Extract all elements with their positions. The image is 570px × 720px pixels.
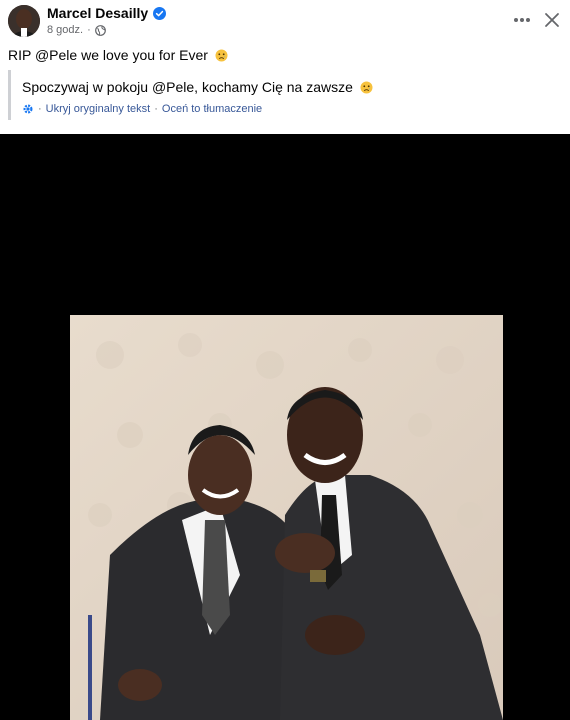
hide-original-text-link[interactable]: Ukryj oryginalny tekst: [46, 103, 151, 115]
close-button[interactable]: [538, 6, 566, 34]
post-meta: 8 godz. ·: [47, 24, 106, 36]
author-name[interactable]: Marcel Desailly: [47, 5, 167, 21]
author-name-text[interactable]: Marcel Desailly: [47, 5, 148, 21]
more-options-button[interactable]: [507, 8, 537, 32]
more-options-icon: [514, 18, 530, 22]
avatar[interactable]: [8, 5, 40, 37]
translation-separator: ·: [38, 103, 42, 115]
post-photo[interactable]: [70, 315, 503, 720]
translation-separator: ·: [154, 103, 158, 115]
sad-face-emoji-icon: [215, 49, 228, 62]
meta-separator: ·: [87, 24, 91, 36]
globe-icon[interactable]: [94, 24, 106, 36]
rate-translation-link[interactable]: Oceń to tłumaczenie: [162, 103, 262, 115]
post-header: Marcel Desailly 8 godz. ·: [0, 0, 570, 42]
translate-gear-icon: [22, 103, 34, 115]
translation-text-content: Spoczywaj w pokoju @Pele, kochamy Cię na…: [22, 79, 353, 95]
post-text: RIP @Pele we love you for Ever: [8, 47, 228, 63]
sad-face-emoji-icon: [360, 81, 373, 94]
close-icon: [545, 13, 559, 27]
translation-block: Spoczywaj w pokoju @Pele, kochamy Cię na…: [8, 70, 551, 120]
verified-badge-icon: [153, 6, 167, 20]
post-media[interactable]: [0, 134, 570, 720]
post-text-content: RIP @Pele we love you for Ever: [8, 47, 208, 63]
translation-actions: · Ukryj oryginalny tekst · Oceń to tłuma…: [22, 103, 262, 115]
post-timestamp[interactable]: 8 godz.: [47, 24, 83, 36]
translation-text: Spoczywaj w pokoju @Pele, kochamy Cię na…: [22, 79, 373, 95]
